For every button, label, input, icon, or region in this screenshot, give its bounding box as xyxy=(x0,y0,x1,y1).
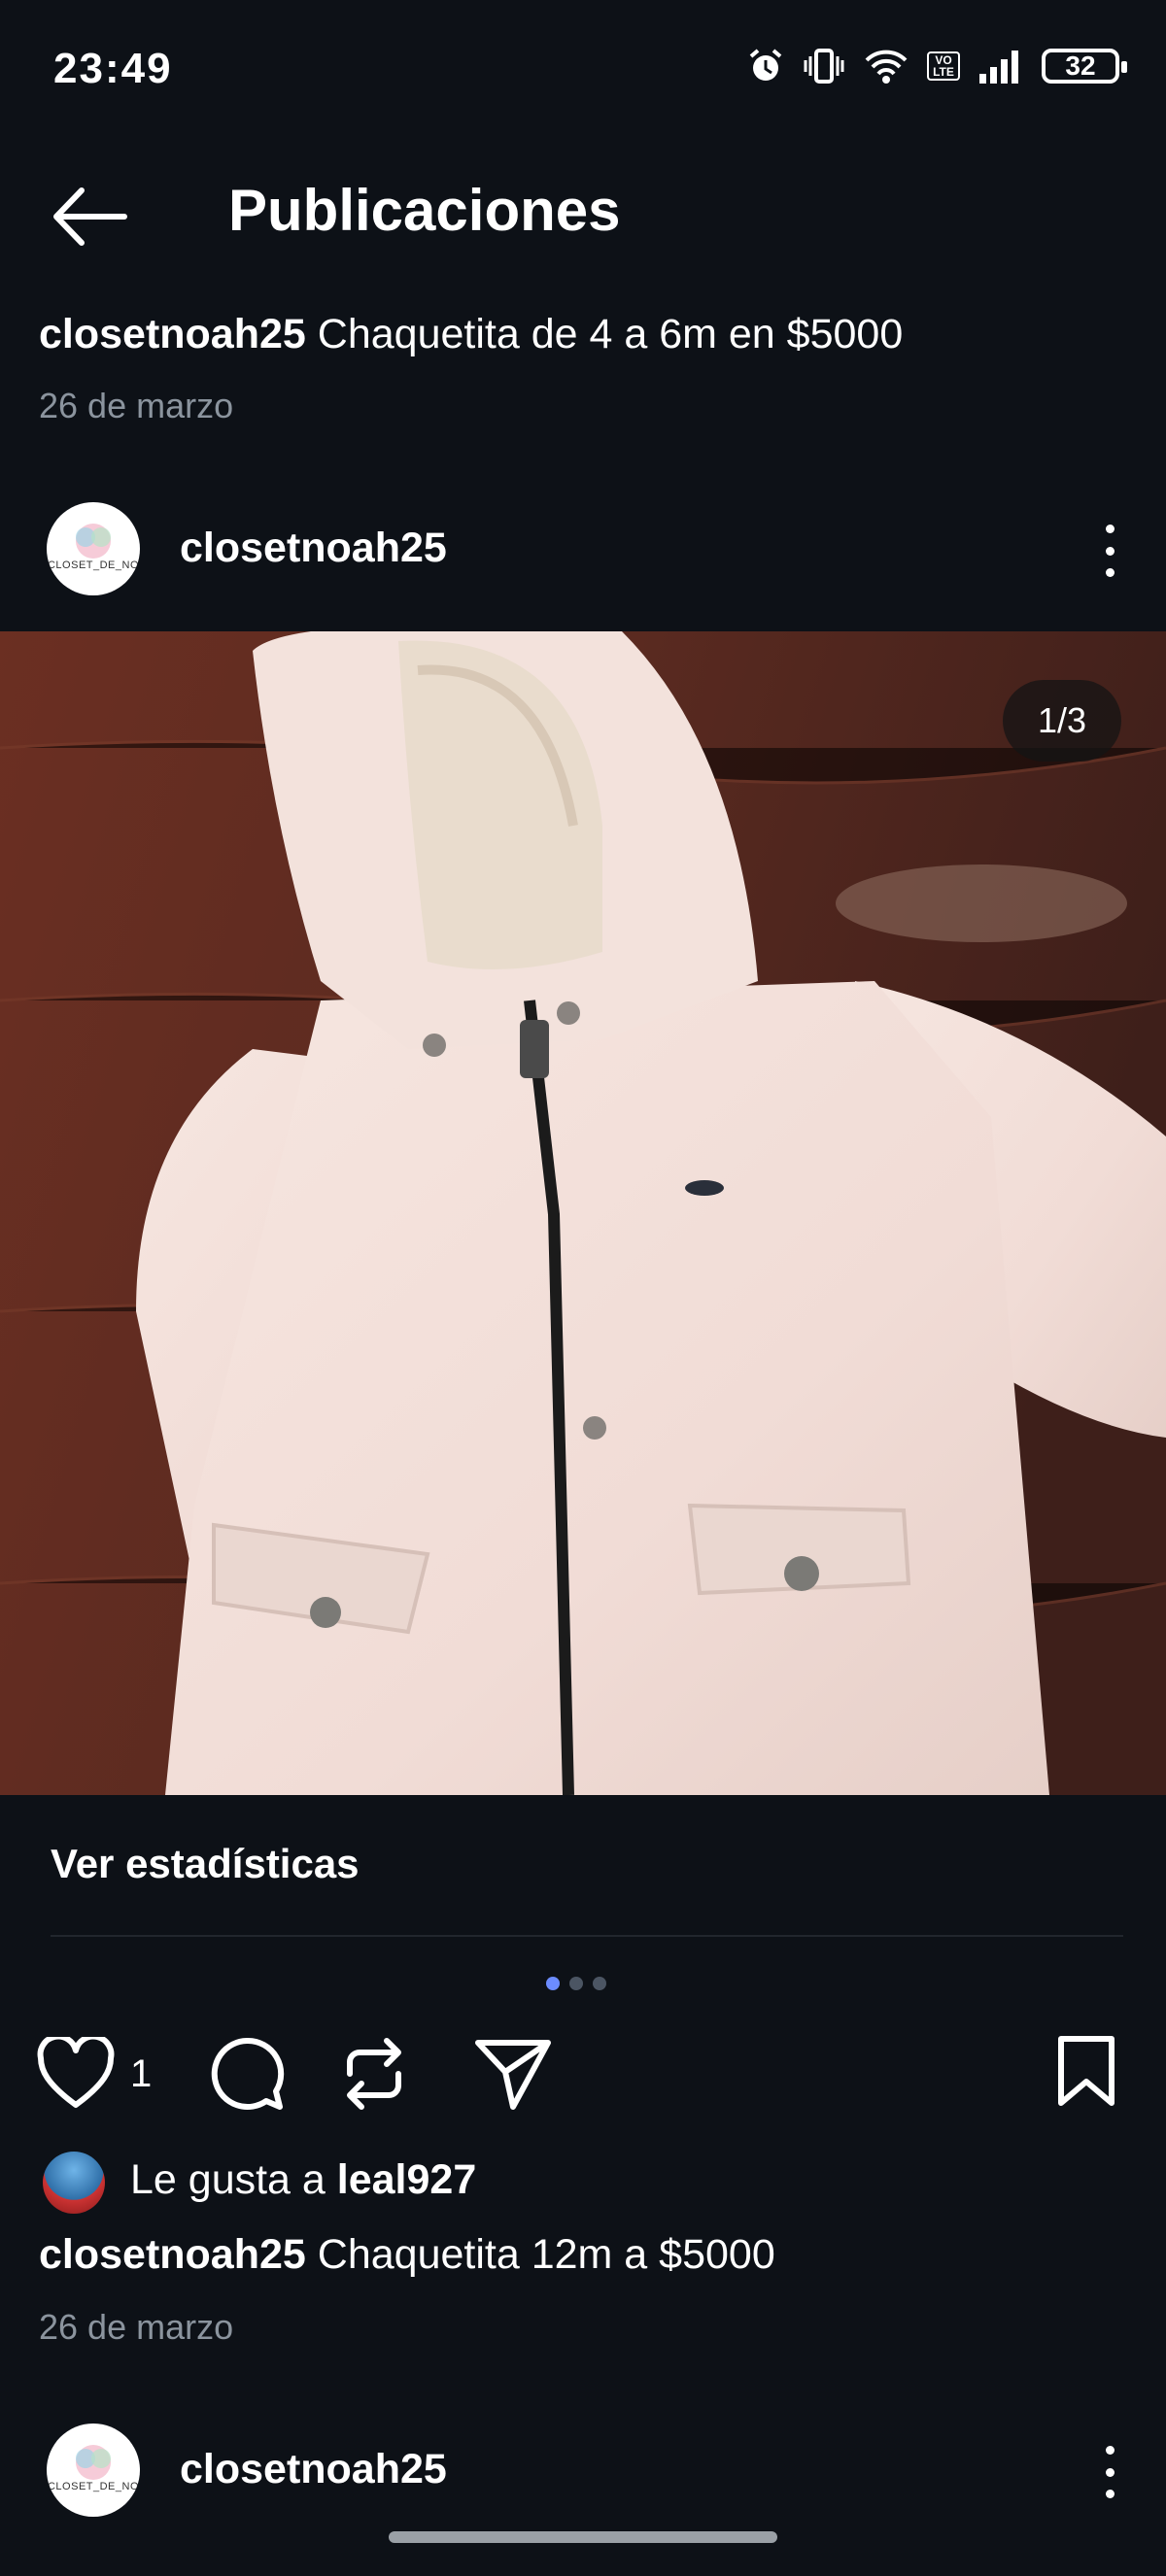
post2-username[interactable]: closetnoah25 xyxy=(180,525,447,572)
post2-avatar[interactable]: CLOSET_DE_NO xyxy=(47,502,140,595)
comment-icon[interactable] xyxy=(208,2035,286,2113)
liker-avatar[interactable] xyxy=(43,2152,105,2214)
post2-date: 26 de marzo xyxy=(39,2307,234,2347)
alarm-icon xyxy=(749,49,782,81)
bookmark-icon[interactable] xyxy=(1055,2035,1117,2107)
divider xyxy=(51,1935,1123,1937)
share-icon[interactable] xyxy=(474,2037,552,2111)
post3-avatar[interactable]: CLOSET_DE_NO xyxy=(47,2423,140,2517)
vibrate-icon xyxy=(804,49,844,84)
post2-caption-username[interactable]: closetnoah25 xyxy=(39,2231,306,2278)
post1-caption-text: Chaquetita de 4 a 6m en $5000 xyxy=(317,311,904,357)
liked-by-user[interactable]: leal927 xyxy=(337,2156,476,2203)
post2-photo[interactable] xyxy=(0,631,1166,1795)
post1-caption: closetnoah25 Chaquetita de 4 a 6m en $50… xyxy=(39,311,903,358)
avatar-text: CLOSET_DE_NO xyxy=(47,2481,140,2492)
liked-by: Le gusta a leal927 xyxy=(130,2156,476,2204)
likes-count[interactable]: 1 xyxy=(130,2052,152,2096)
carousel-dot-active xyxy=(546,1977,560,1990)
back-arrow-icon[interactable] xyxy=(51,185,128,249)
post1-caption-username[interactable]: closetnoah25 xyxy=(39,311,306,357)
carousel-indicator xyxy=(546,1977,606,1990)
carousel-dot xyxy=(569,1977,583,1990)
liked-by-prefix: Le gusta a xyxy=(130,2156,326,2203)
logo-image xyxy=(76,2445,111,2480)
page-title: Publicaciones xyxy=(228,178,621,243)
post2-caption: closetnoah25 Chaquetita 12m a $5000 xyxy=(39,2231,775,2279)
post1-date: 26 de marzo xyxy=(39,386,234,425)
status-time: 23:49 xyxy=(53,45,173,92)
heart-icon[interactable] xyxy=(37,2037,115,2111)
wifi-icon xyxy=(865,50,908,84)
post3-more-options-icon[interactable] xyxy=(1102,2446,1117,2498)
network-badge: VO LTE xyxy=(927,51,960,81)
repost-icon[interactable] xyxy=(342,2037,406,2111)
view-stats-link[interactable]: Ver estadísticas xyxy=(51,1841,360,1887)
post2-more-options-icon[interactable] xyxy=(1102,525,1117,577)
avatar-text: CLOSET_DE_NO xyxy=(47,559,140,571)
image-counter: 1/3 xyxy=(1003,680,1121,762)
signal-icon xyxy=(979,51,1018,84)
post2-caption-text: Chaquetita 12m a $5000 xyxy=(317,2231,775,2278)
logo-image xyxy=(76,524,111,559)
post3-username[interactable]: closetnoah25 xyxy=(180,2446,447,2493)
home-indicator[interactable] xyxy=(389,2531,777,2543)
post-actions: 1 xyxy=(37,2035,552,2113)
battery-indicator: 32 xyxy=(1042,49,1127,84)
status-icons: VO LTE 32 xyxy=(746,47,1127,85)
carousel-dot xyxy=(593,1977,606,1990)
